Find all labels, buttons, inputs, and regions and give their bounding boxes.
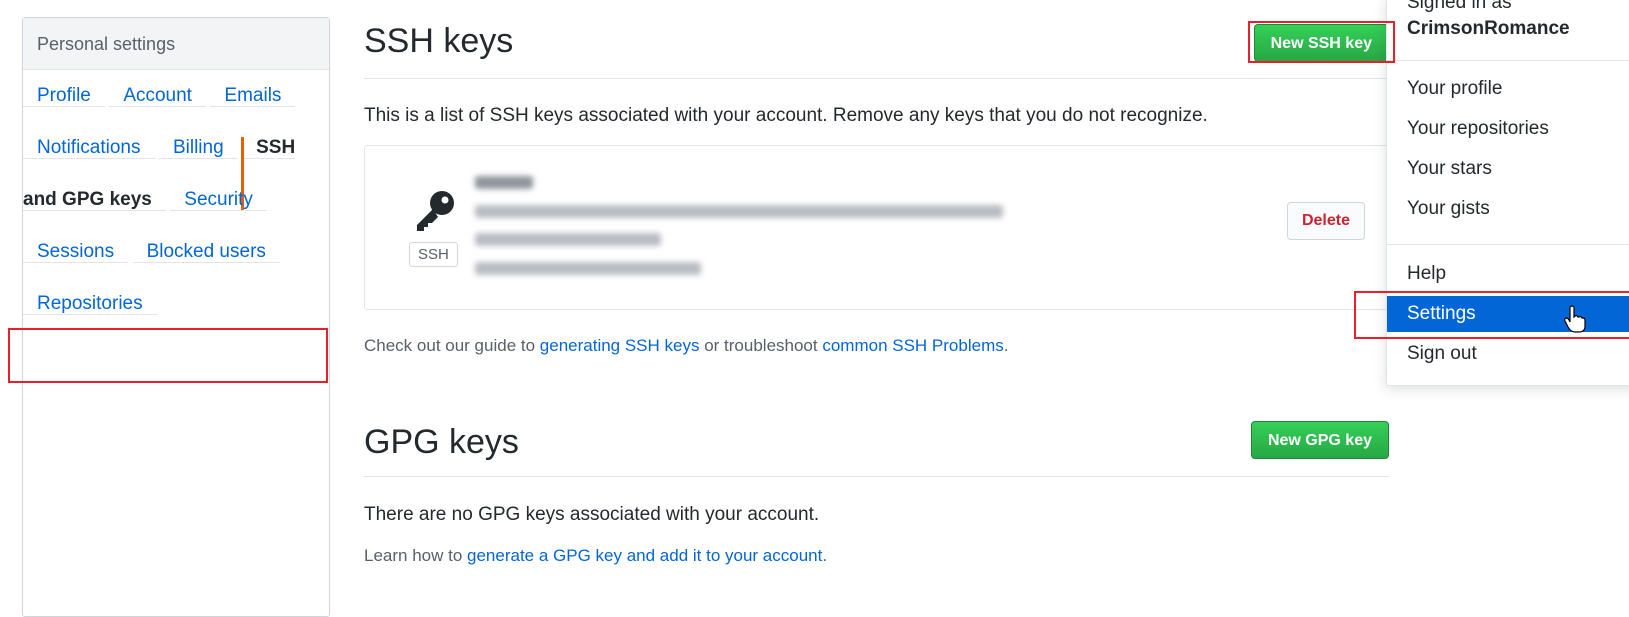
sidebar-item-repositories[interactable]: Repositories xyxy=(23,293,157,315)
highlight-ssh-gpg-sidebar xyxy=(8,328,328,383)
menu-item-help[interactable]: Help xyxy=(1387,256,1629,292)
ssh-key-item: SSH Delete xyxy=(364,145,1389,310)
gpg-learn-prefix: Learn how to xyxy=(364,546,468,565)
sidebar-item-account[interactable]: Account xyxy=(109,85,206,107)
ssh-description: This is a list of SSH keys associated wi… xyxy=(364,105,1208,126)
gpg-learn-suffix: . xyxy=(822,546,828,565)
sidebar-item-billing[interactable]: Billing xyxy=(158,137,238,159)
ssh-keys-title: SSH keys xyxy=(364,22,514,60)
sidebar-header: Personal settings xyxy=(23,18,329,70)
ssh-guide-text: Check out our guide to generating SSH ke… xyxy=(364,336,1008,356)
sidebar-item-blocked-users[interactable]: Blocked users xyxy=(132,241,280,263)
ssh-guide-suffix: . xyxy=(1003,336,1009,355)
sidebar-item-profile[interactable]: Profile xyxy=(23,85,105,107)
signed-in-label: Signed in as xyxy=(1407,0,1512,13)
menu-item-your-stars[interactable]: Your stars xyxy=(1387,151,1629,187)
sidebar-item-sessions[interactable]: Sessions xyxy=(23,241,129,263)
gpg-keys-title: GPG keys xyxy=(364,423,519,461)
generate-gpg-key-link[interactable]: generate a GPG key and add it to your ac… xyxy=(467,546,822,565)
settings-sidebar: Personal settings Profile Account Emails… xyxy=(22,17,330,617)
key-type-label: SSH xyxy=(409,242,458,267)
blurred-key-title xyxy=(475,176,533,189)
menu-item-sign-out[interactable]: Sign out xyxy=(1387,336,1629,372)
dropdown-divider xyxy=(1387,244,1629,245)
blurred-key-usage xyxy=(475,262,701,275)
ssh-section-header: SSH keys New SSH key xyxy=(364,0,1389,79)
delete-key-button[interactable]: Delete xyxy=(1286,202,1365,240)
highlight-settings-item xyxy=(1354,291,1629,339)
signed-in-username: CrimsonRomance xyxy=(1407,18,1570,39)
menu-item-your-gists[interactable]: Your gists xyxy=(1387,191,1629,227)
key-icon xyxy=(417,191,454,231)
gpg-section-header: GPG keys New GPG key xyxy=(364,400,1389,477)
new-gpg-key-button[interactable]: New GPG key xyxy=(1250,421,1389,459)
menu-item-your-repositories[interactable]: Your repositories xyxy=(1387,111,1629,147)
blurred-key-fingerprint xyxy=(475,205,1003,218)
menu-item-your-profile[interactable]: Your profile xyxy=(1387,71,1629,107)
ssh-guide-middle: or troubleshoot xyxy=(699,336,823,355)
gpg-description: There are no GPG keys associated with yo… xyxy=(364,504,820,525)
ssh-guide-prefix: Check out our guide to xyxy=(364,336,540,355)
sidebar-item-notifications[interactable]: Notifications xyxy=(23,137,155,159)
blurred-key-added xyxy=(475,233,661,246)
gpg-learn-text: Learn how to generate a GPG key and add … xyxy=(364,546,827,566)
sidebar-item-security[interactable]: Security xyxy=(170,189,267,211)
common-ssh-problems-link[interactable]: common SSH Problems xyxy=(822,336,1003,355)
highlight-new-ssh-key xyxy=(1248,21,1395,63)
generating-ssh-keys-link[interactable]: generating SSH keys xyxy=(540,336,700,355)
sidebar-item-emails[interactable]: Emails xyxy=(210,85,296,107)
dropdown-divider xyxy=(1387,60,1629,61)
